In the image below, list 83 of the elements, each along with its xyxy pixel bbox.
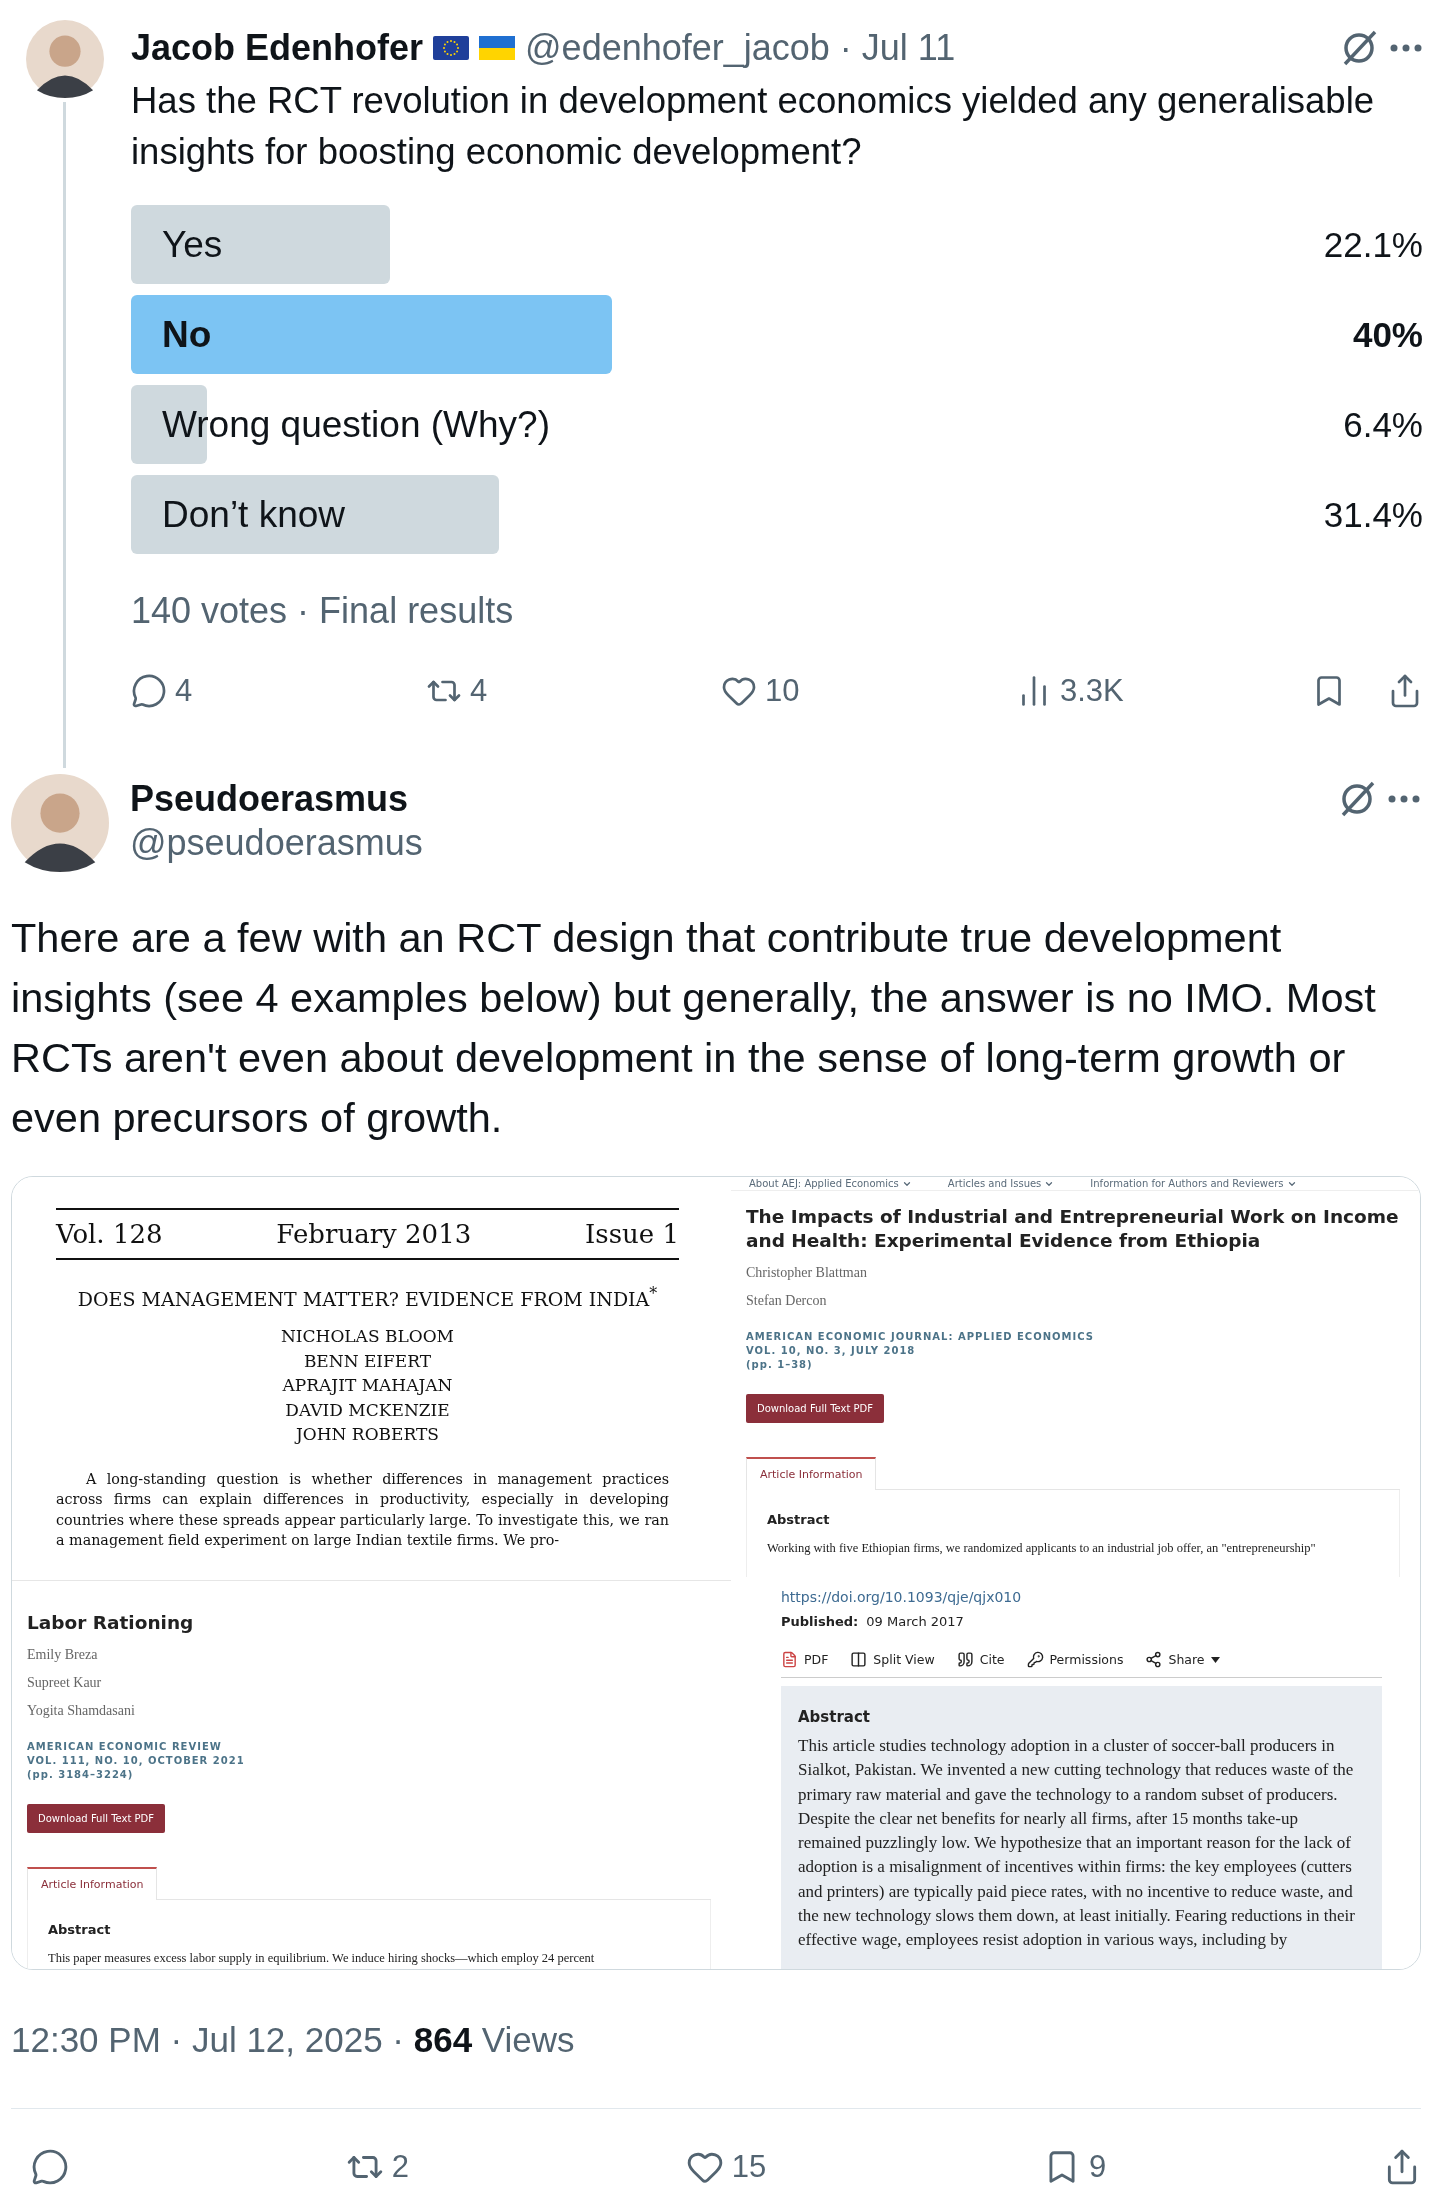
pdf-icon [781, 1651, 798, 1668]
reply-icon[interactable] [31, 2148, 69, 2186]
reply-icon[interactable] [131, 673, 167, 709]
abstract-text: Working with five Ethiopian firms, we randomized applicants to an industrial job offer, an "entrepreneurship" [767, 1541, 1317, 1556]
more-icon[interactable] [1389, 43, 1423, 53]
abstract-heading: Abstract [767, 1512, 831, 1527]
page-range: (pp. 3184–3224) [27, 1769, 135, 1780]
abstract-text: A long-standing question is whether differences in management practices across firms can explain differences in productivity, especially in developing countries where these spreads appear particularly large. To investigate this, we ran a management field experiment on large Indian textile firms. We pro- [56, 1469, 670, 1551]
download-button[interactable]: Download Full Text PDF [27, 1804, 166, 1833]
article-title: The Impacts of Industrial and Entrepreneurial Work on Income and Health: Experimental Evidence from Ethiopia [746, 1205, 1400, 1253]
volume: Vol. 128 [56, 1218, 163, 1251]
post-timestamp: 12:30 PM · Jul 12, 2025 · 864 Views [11, 2019, 576, 2061]
flag-icon [479, 36, 516, 60]
poll-option: Yes [162, 205, 223, 284]
abstract-heading: Abstract [798, 1708, 872, 1726]
poll-percent: 40% [1352, 314, 1423, 355]
toolbar-button[interactable]: Cite [956, 1651, 1005, 1668]
author-name[interactable]: Yogita Shamdasani [27, 1703, 711, 1719]
more-icon[interactable] [1387, 794, 1421, 804]
media-grid[interactable] [11, 1176, 1421, 1970]
author-name[interactable]: Pseudoerasmus [130, 778, 409, 820]
post-text: There are a few with an RCT design that contribute true development insights (see 4 examples below) but generally, the answer is no IMO. Most RCTs aren't even about development in the sense of long-term growth or even precursors of growth. [11, 913, 1377, 1143]
quote-icon [956, 1651, 974, 1668]
action-count: 4 [470, 673, 488, 709]
poll-option: Wrong question (Why?) [162, 385, 550, 464]
caret-icon [1210, 1656, 1220, 1663]
avatar[interactable] [25, 20, 104, 98]
abstract-heading: Abstract [48, 1922, 112, 1937]
poll-percent: 22.1% [1323, 224, 1423, 265]
post-text: Has the RCT revolution in development economics yielded any generalisable insights for boosting economic development? [131, 79, 1376, 174]
toolbar-button[interactable]: PDF [781, 1651, 829, 1668]
poll-option: No [162, 295, 212, 374]
flag-icon [433, 36, 470, 60]
nav-link[interactable]: Articles and Issues [947, 1178, 1055, 1189]
share-icon [1145, 1651, 1163, 1668]
journal-issue: VOL. 10, NO. 3, JULY 2018 [746, 1345, 917, 1356]
author-name[interactable]: Emily Breza [27, 1647, 711, 1663]
toolbar-button[interactable]: Share [1145, 1651, 1220, 1668]
poll-percent: 31.4% [1323, 494, 1423, 535]
author-name: BENN EIFERT [303, 1349, 432, 1373]
action-count: 4 [175, 673, 193, 709]
paper-title: DOES MANAGEMENT MATTER? EVIDENCE FROM INDIA$^{*}$ [76, 1284, 659, 1311]
poll-summary: 140 votes · Final results [131, 589, 515, 633]
author-name[interactable]: Christopher Blattman [746, 1265, 1400, 1281]
post-date: · Jul 11 [839, 27, 956, 69]
poll-percent: 6.4% [1343, 404, 1423, 445]
key-icon [1026, 1651, 1044, 1668]
toolbar-button[interactable]: Split View [850, 1651, 935, 1668]
author-name: APRAJIT MAHAJAN [282, 1374, 453, 1398]
published-date: 09 March 2017 [866, 1614, 964, 1629]
author-name: DAVID MCKENZIE [285, 1398, 450, 1422]
avatar[interactable] [11, 774, 109, 872]
journal-name: AMERICAN ECONOMIC JOURNAL: APPLIED ECONOMICS [746, 1331, 1095, 1342]
columns-icon [850, 1651, 868, 1668]
nav-link[interactable]: About AEJ: Applied Economics [749, 1178, 912, 1189]
toolbar-button[interactable]: Permissions [1026, 1651, 1124, 1668]
author-name: NICHOLAS BLOOM [280, 1325, 454, 1349]
journal-issue: VOL. 111, NO. 10, OCTOBER 2021 [27, 1755, 246, 1766]
nav-link[interactable]: Information for Authors and Reviewers [1090, 1178, 1297, 1189]
author-name: JOHN ROBERTS [296, 1423, 439, 1447]
author-handle[interactable]: @edenhofer_jacob [525, 27, 830, 69]
published-label: Published: [781, 1614, 859, 1629]
poll-option: Don’t know [162, 475, 346, 554]
abstract-text: This paper measures excess labor supply in equilibrium. We induce hiring shocks—which employ 24 percent [48, 1951, 596, 1966]
abstract-text: This article studies technology adoption in a cluster of soccer-ball producers in Sialkot, Pakistan. We invented a new cutting technology that reduces waste of the primary raw material and gave the technology to a random subset of producers. Despite the clear net benefits for nearly all firms, after 15 months take-up remained puzzlingly low. We hypothesize that an important reason for the lack of adoption is a misalignment of incentives within firms: the key employees (cutters and printers) are typically paid piece rates, with no incentive to reduce waste, and the new technology slows them down, at least initially. Fearing reductions in their effective wage, employees resist adoption in various ways, including by [798, 1735, 1356, 1952]
page-range: (pp. 1–38) [746, 1359, 814, 1370]
author-handle[interactable]: @pseudoerasmus [130, 822, 423, 864]
download-button[interactable]: Download Full Text PDF [746, 1394, 885, 1423]
issue-number: Issue 1 [585, 1218, 679, 1251]
action-count: 3.3K [1060, 673, 1124, 709]
article-title: Labor Rationing [27, 1611, 195, 1635]
article-tab[interactable]: Article Information [746, 1457, 877, 1490]
article-tab[interactable]: Article Information [27, 1867, 158, 1900]
doi-link[interactable]: https://doi.org/10.1093/qje/qjx010 [781, 1589, 1022, 1605]
action-count: 2 [391, 2149, 409, 2185]
action-count: 15 [731, 2149, 767, 2185]
journal-name: AMERICAN ECONOMIC REVIEW [27, 1741, 223, 1752]
author-name[interactable]: Supreet Kaur [27, 1675, 711, 1691]
action-count: 9 [1089, 2149, 1107, 2185]
issue-date: February 2013 [276, 1218, 472, 1251]
action-count: 10 [765, 673, 800, 709]
author-name[interactable]: Jacob Edenhofer [131, 27, 424, 69]
author-name[interactable]: Stefan Dercon [746, 1293, 1400, 1309]
